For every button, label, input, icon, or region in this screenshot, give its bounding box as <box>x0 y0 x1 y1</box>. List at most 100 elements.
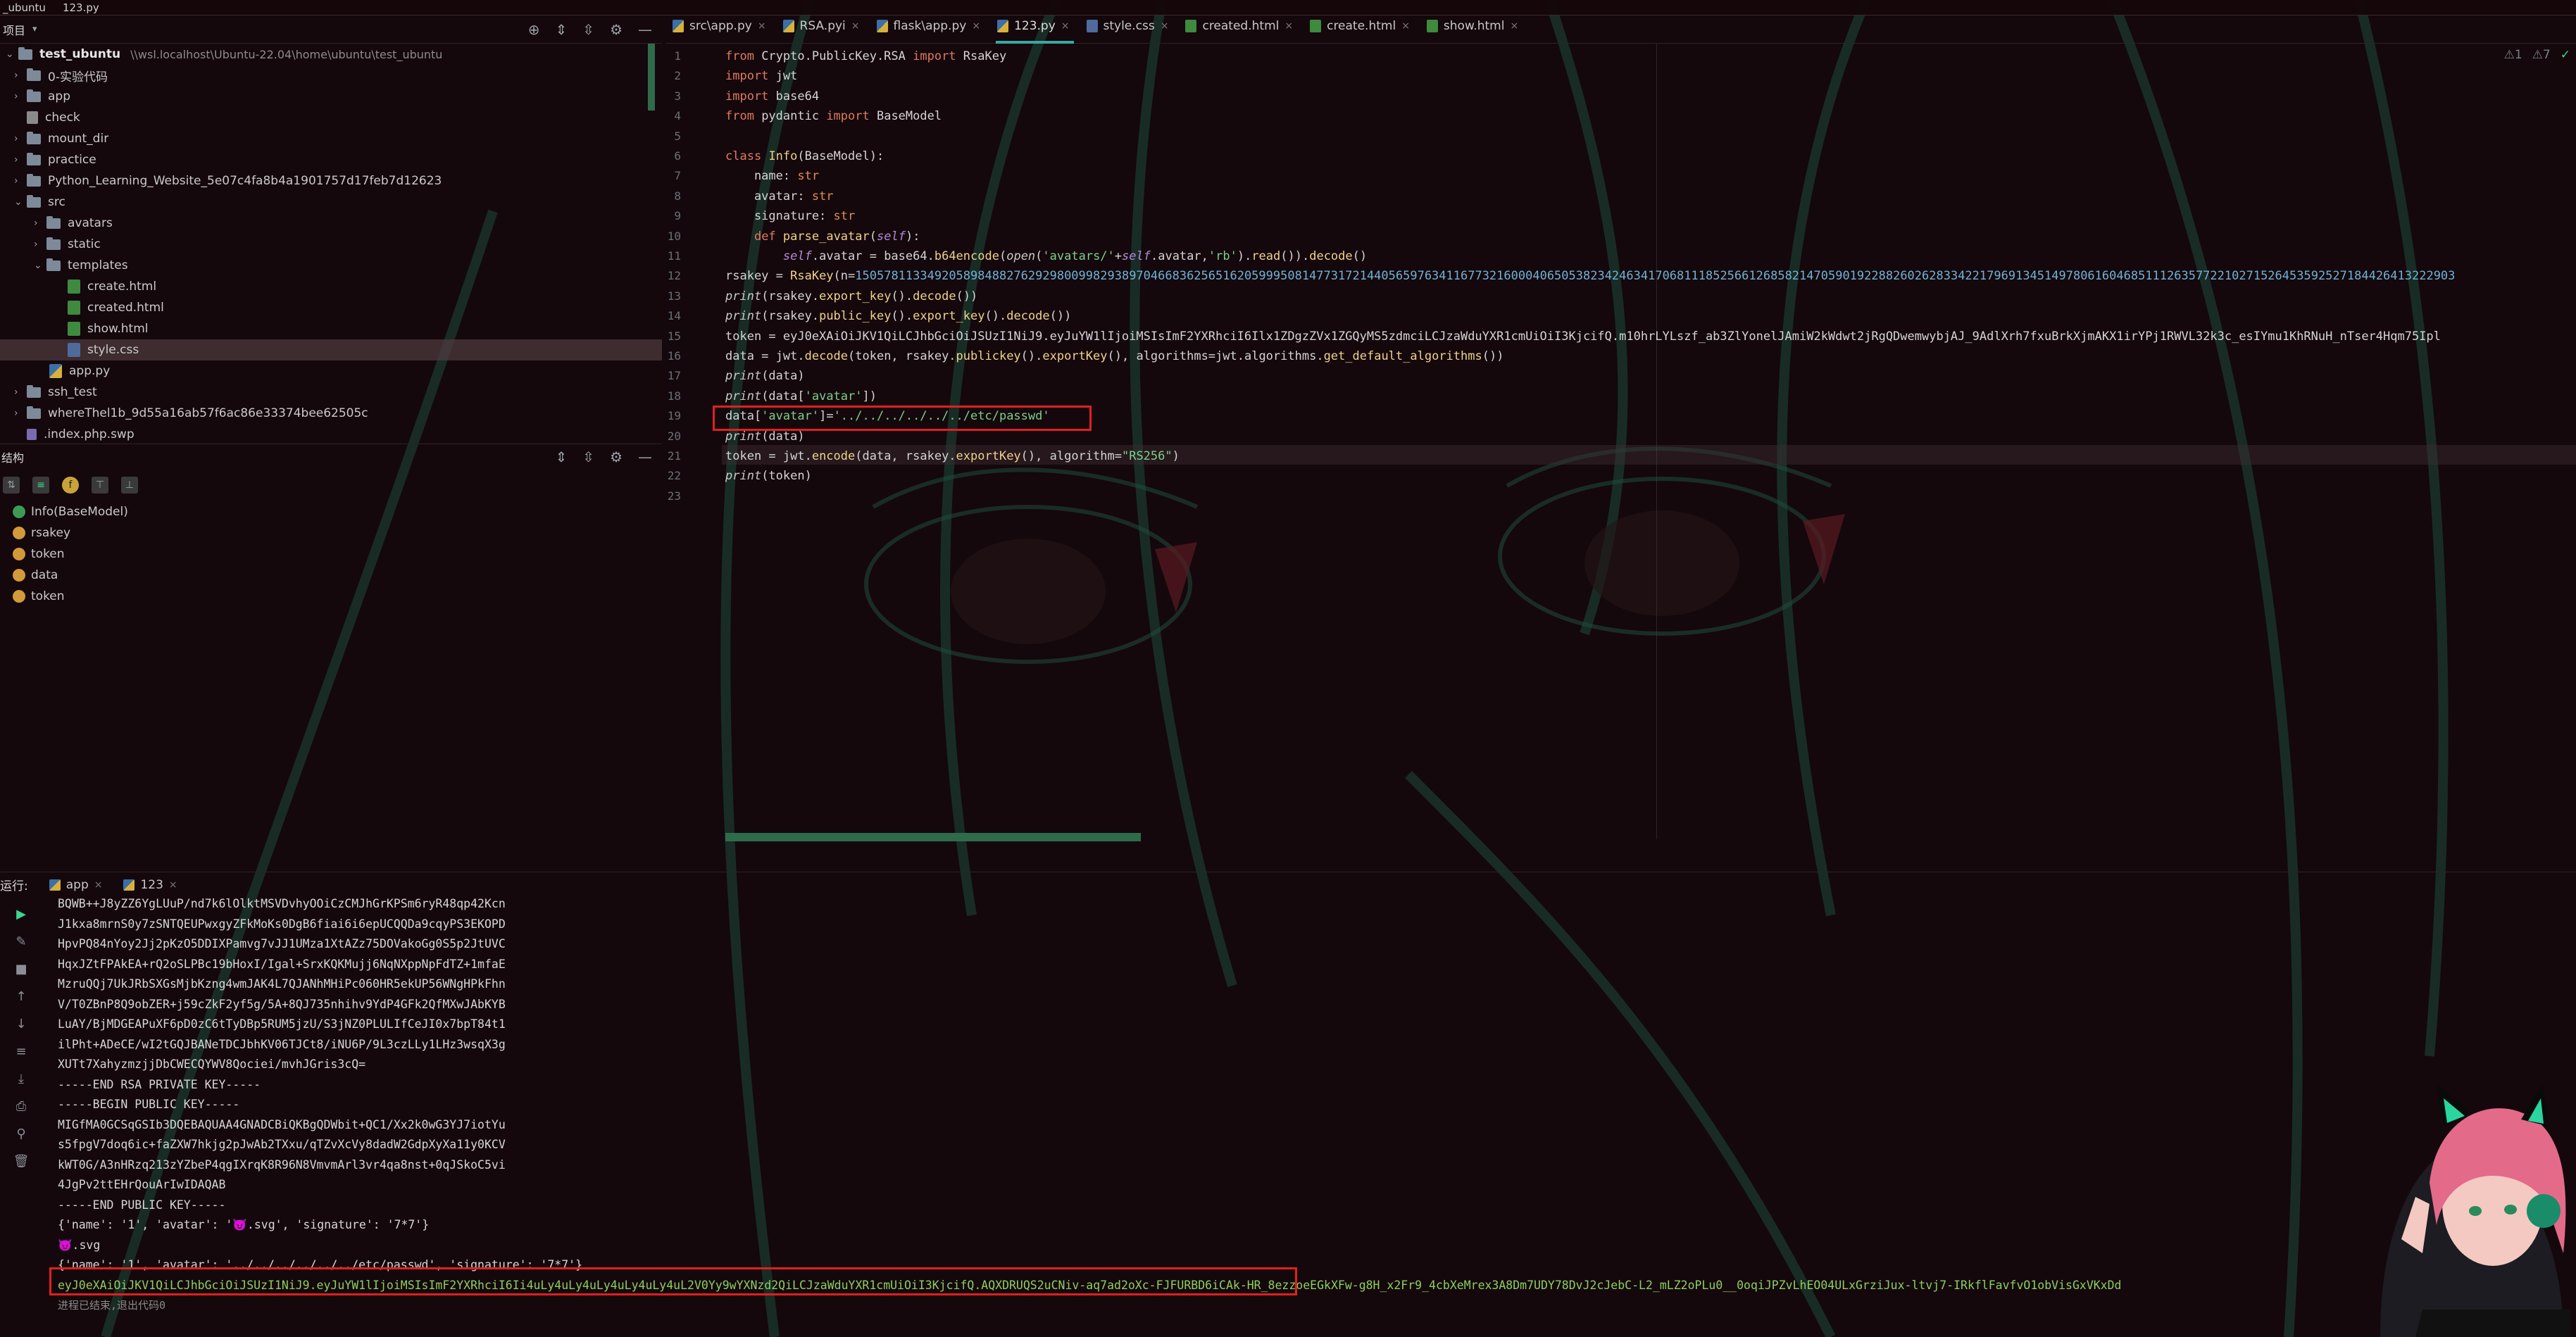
tab-src-app-py[interactable]: src\app.py × <box>665 15 776 43</box>
locate-icon[interactable]: ⊕ <box>528 21 540 38</box>
print-icon[interactable]: ⎙ <box>16 1099 26 1114</box>
code-line[interactable]: token = eyJ0eXAiOiJKV1QiLCJhbGciOiJSUzI1… <box>725 327 2441 346</box>
code-line[interactable]: import jwt <box>725 66 797 86</box>
tree-item[interactable]: .index.php.swp <box>27 424 135 445</box>
collapse-all-icon[interactable]: ⇳ <box>582 21 594 38</box>
tree-item[interactable]: created.html <box>68 297 164 318</box>
code-line[interactable]: print(data) <box>725 366 805 386</box>
stop-icon[interactable]: ■ <box>15 962 27 977</box>
tab-123-py[interactable]: 123.py × <box>990 15 1079 44</box>
pin-icon[interactable]: ⚲ <box>16 1126 25 1141</box>
code-editor[interactable]: from Crypto.PublicKey.RSA import RsaKey i… <box>725 44 2576 839</box>
tab-created-html[interactable]: created.html × <box>1178 15 1303 43</box>
run-tab-app[interactable]: app × <box>49 878 103 892</box>
chevron-down-icon[interactable]: ⌄ <box>14 196 27 208</box>
tree-item[interactable]: › avatars <box>34 213 113 234</box>
close-icon[interactable]: × <box>758 20 766 32</box>
show-inherited-icon[interactable]: ≡ <box>32 477 49 494</box>
tree-item[interactable]: ⌄ src <box>14 192 65 213</box>
close-icon[interactable]: × <box>851 20 860 32</box>
wrench-icon[interactable]: ✎ <box>15 934 26 949</box>
structure-item[interactable]: token <box>13 586 65 607</box>
close-icon[interactable]: × <box>1510 20 1518 32</box>
chevron-right-icon[interactable]: › <box>14 387 27 398</box>
code-line[interactable]: print(data['avatar']) <box>725 387 877 406</box>
rerun-icon[interactable]: ▶ <box>16 907 26 922</box>
sort-icon[interactable]: ⇅ <box>3 477 20 494</box>
tree-item[interactable]: › mount_dir <box>14 128 108 149</box>
editor-horizontal-scrollbar[interactable] <box>725 833 1141 841</box>
trash-icon[interactable]: 🗑 <box>13 1154 30 1169</box>
chevron-right-icon[interactable]: › <box>14 154 27 165</box>
code-line[interactable]: data = jwt.decode(token, rsakey.publicke… <box>725 346 1503 366</box>
minimize-icon[interactable]: — <box>638 448 652 465</box>
chevron-right-icon[interactable]: › <box>14 70 27 81</box>
chevron-right-icon[interactable]: › <box>14 175 27 187</box>
tree-item[interactable]: check <box>27 107 80 128</box>
autoscroll-icon[interactable]: ⊥ <box>121 477 138 494</box>
show-fields-icon[interactable]: f <box>62 477 79 494</box>
project-name[interactable]: _ubuntu <box>3 1 46 14</box>
tree-item[interactable]: ⌄ templates <box>34 255 128 276</box>
code-line[interactable]: signature: str <box>725 206 855 226</box>
code-line[interactable]: avatar: str <box>725 187 834 206</box>
tab-flask-app-py[interactable]: flask\app.py × <box>870 15 991 43</box>
close-icon[interactable]: × <box>169 879 177 891</box>
code-line[interactable]: print(rsakey.export_key().decode()) <box>725 287 977 306</box>
tab-rsa-pyi[interactable]: RSA.pyi × <box>776 15 870 43</box>
expand-all-icon[interactable]: ⇕ <box>556 21 568 38</box>
close-icon[interactable]: × <box>972 20 980 32</box>
code-line[interactable]: def parse_avatar(self): <box>725 227 920 246</box>
tree-item[interactable]: › Python_Learning_Website_5e07c4fa8b4a190… <box>14 170 442 192</box>
close-icon[interactable]: × <box>1161 20 1169 32</box>
breadcrumb-current-file[interactable]: 123.py <box>63 1 99 14</box>
structure-item[interactable]: data <box>13 565 58 586</box>
code-line[interactable]: from pydantic import BaseModel <box>725 106 942 126</box>
chevron-down-icon[interactable]: ⌄ <box>34 260 46 271</box>
chevron-down-icon[interactable]: ⌄ <box>6 49 18 60</box>
close-icon[interactable]: × <box>1401 20 1410 32</box>
scroll-down-icon[interactable]: ↓ <box>15 1017 26 1031</box>
code-line[interactable]: import base64 <box>725 87 819 106</box>
run-console-output[interactable]: BQWB++J8yZZ6YgLUuP/nd7k6lOlktMSVDvhyOOiC… <box>58 894 2452 1331</box>
structure-item[interactable]: rsakey <box>13 522 70 544</box>
tab-create-html[interactable]: create.html × <box>1303 15 1420 43</box>
minimize-icon[interactable]: — <box>638 21 652 38</box>
close-icon[interactable]: × <box>1061 20 1070 32</box>
expand-all-icon[interactable]: ⇕ <box>556 448 568 465</box>
code-line[interactable]: self.avatar = base64.b64encode(open('ava… <box>725 246 1367 266</box>
close-icon[interactable]: × <box>1284 20 1293 32</box>
soft-wrap-icon[interactable]: ≡ <box>15 1044 26 1059</box>
code-line[interactable]: token = jwt.encode(data, rsakey.exportKe… <box>725 446 1180 466</box>
tree-item[interactable]: › whereThel1b_9d55a16ab57f6ac86e33374bee6… <box>14 403 368 424</box>
chevron-right-icon[interactable]: › <box>14 133 27 144</box>
tree-item-selected[interactable]: style.css <box>0 339 662 360</box>
code-line[interactable]: print(token) <box>725 466 812 486</box>
collapse-all-icon[interactable]: ⇳ <box>582 448 594 465</box>
code-line[interactable]: rsakey = RsaKey(n=1505781133492058984882… <box>725 266 2455 286</box>
tab-show-html[interactable]: show.html × <box>1420 15 1528 43</box>
project-panel-title[interactable]: 项目 <box>3 21 25 38</box>
chevron-right-icon[interactable]: › <box>34 218 46 229</box>
tree-item[interactable]: show.html <box>68 318 149 339</box>
structure-item[interactable]: token <box>13 544 65 565</box>
code-line[interactable]: from Crypto.PublicKey.RSA import RsaKey <box>725 46 1006 66</box>
structure-item[interactable]: Info(BaseModel) <box>13 501 128 522</box>
gear-icon[interactable]: ⚙ <box>610 21 623 38</box>
chevron-right-icon[interactable]: › <box>14 408 27 419</box>
tree-item[interactable]: › app <box>14 86 70 107</box>
tree-root[interactable]: ⌄ test_ubuntu \\wsl.localhost\Ubuntu-22.… <box>6 44 442 65</box>
close-icon[interactable]: × <box>94 879 103 891</box>
chevron-right-icon[interactable]: › <box>14 91 27 102</box>
code-line[interactable]: print(rsakey.public_key().export_key().d… <box>725 306 1071 326</box>
scroll-to-end-icon[interactable]: ⤓ <box>18 1072 24 1086</box>
code-line[interactable]: name: str <box>725 166 819 186</box>
tree-item[interactable]: app.py <box>49 360 110 382</box>
tree-item[interactable]: › 0-实验代码 <box>14 65 108 86</box>
gear-icon[interactable]: ⚙ <box>610 448 623 465</box>
tree-item[interactable]: › practice <box>14 149 96 170</box>
tab-style-css[interactable]: style.css × <box>1080 15 1179 43</box>
tree-item[interactable]: › ssh_test <box>14 382 97 403</box>
tree-item[interactable]: create.html <box>68 276 156 297</box>
tree-item[interactable]: › static <box>34 234 101 255</box>
